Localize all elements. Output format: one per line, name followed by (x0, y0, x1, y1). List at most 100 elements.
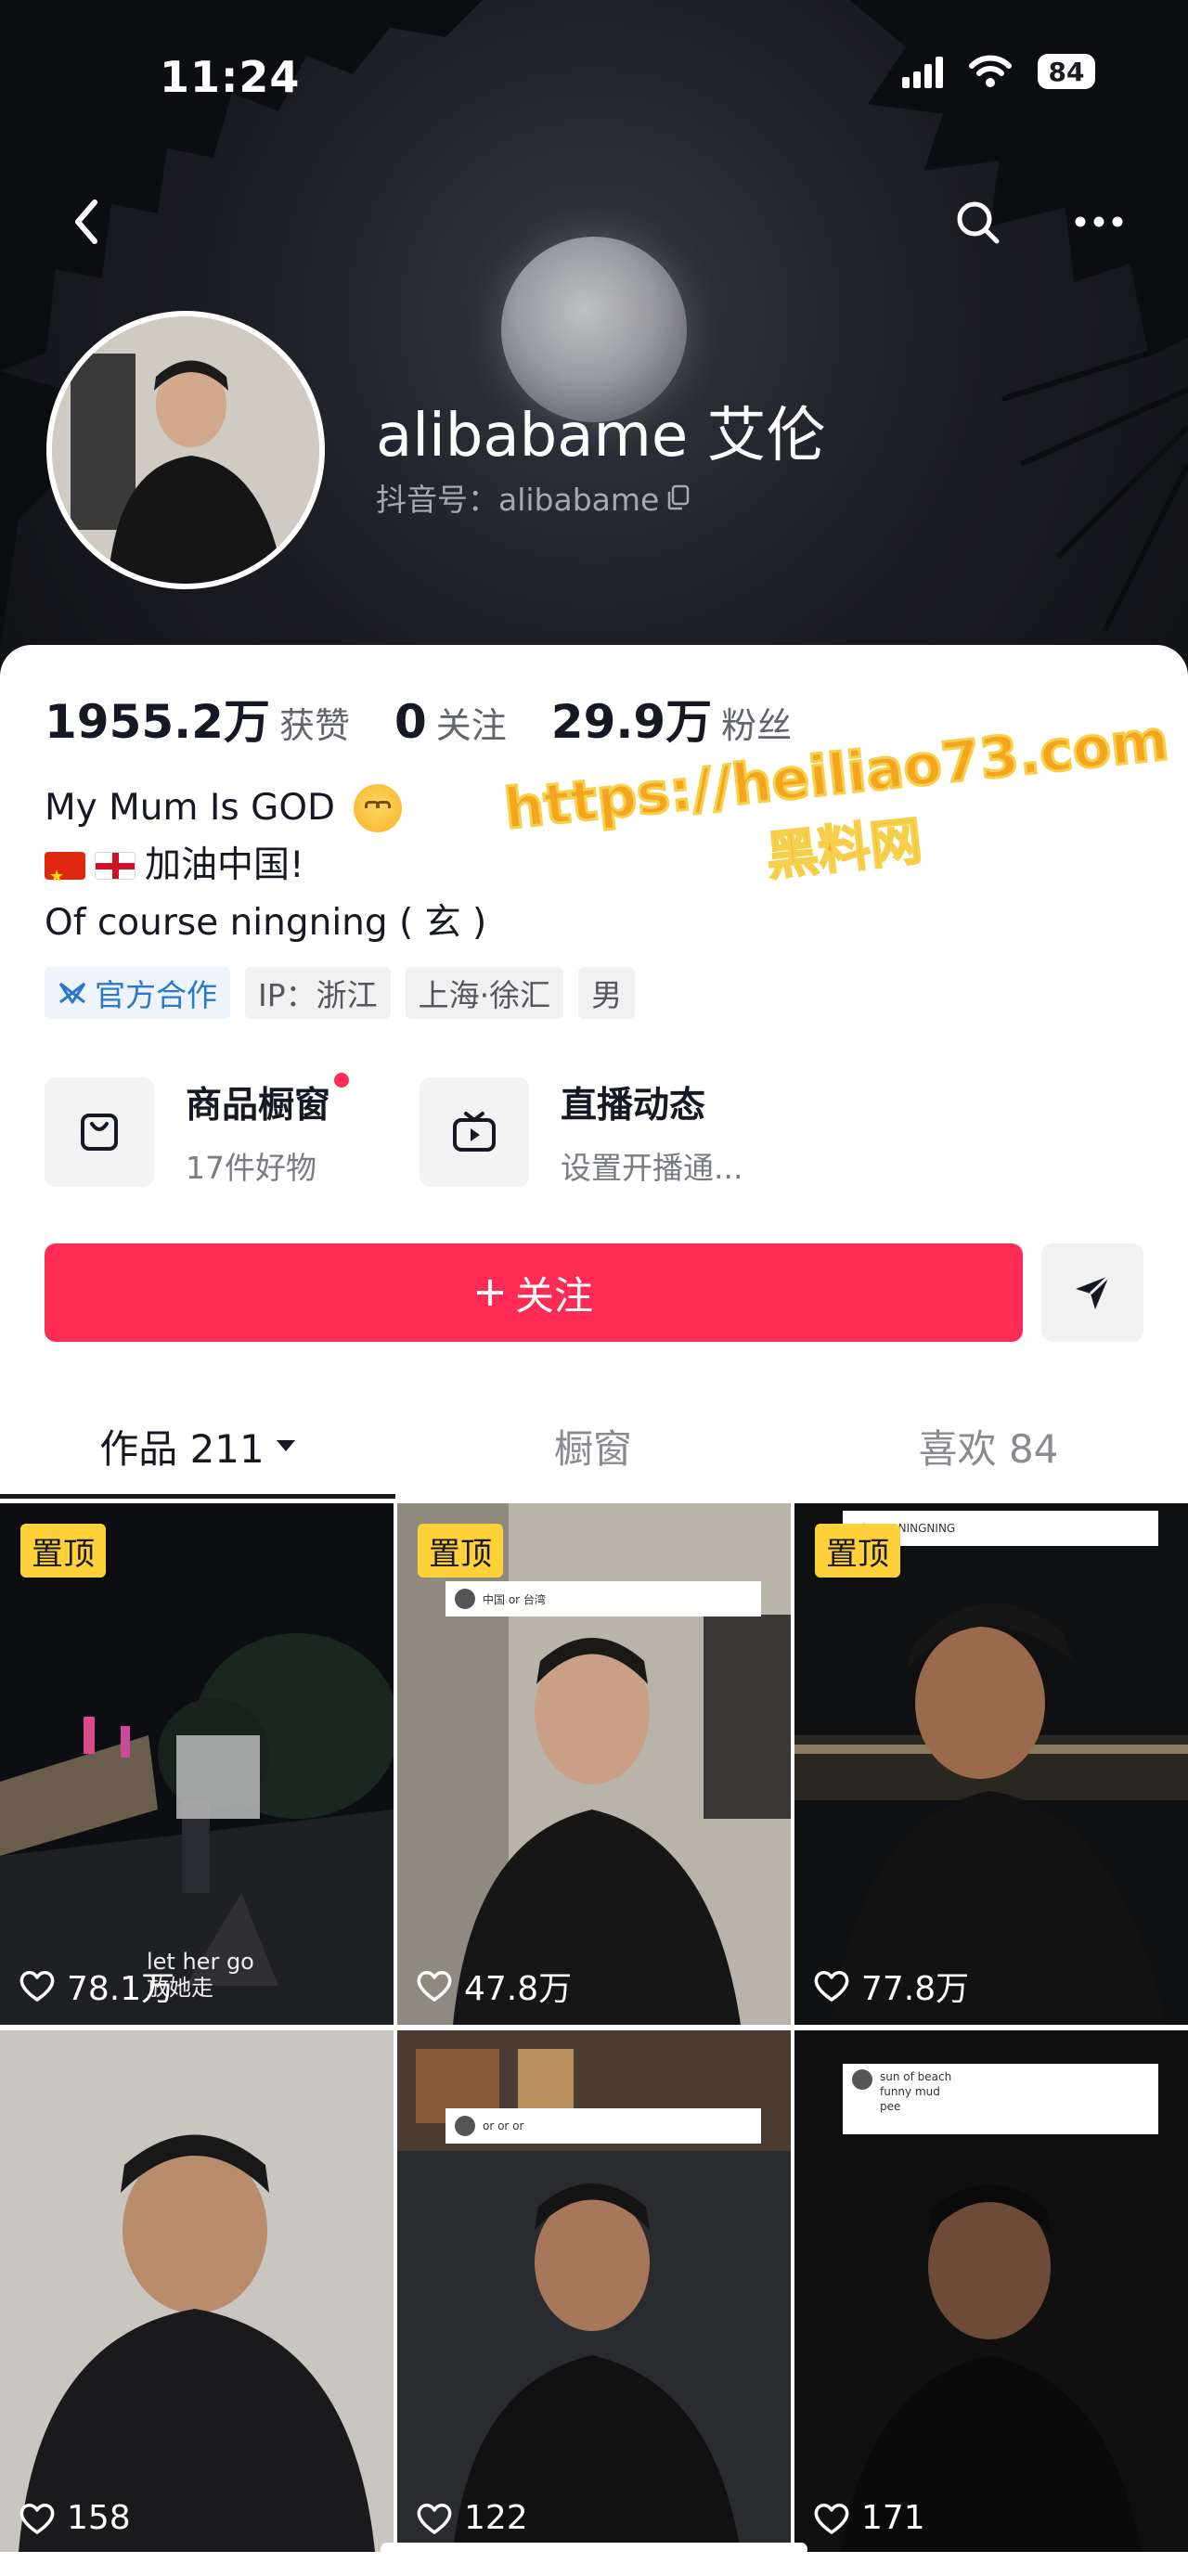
bio-line-1-text: My Mum Is GOD (45, 787, 336, 829)
battery-icon: 84 (1038, 54, 1095, 89)
home-indicator[interactable] (381, 2543, 807, 2556)
tab-works[interactable]: 作品 211 (0, 1392, 395, 1500)
tab-showcase[interactable]: 橱窗 (395, 1392, 791, 1500)
video-thumbnail[interactable]: sun of beach funny mud pee 171 (794, 2030, 1188, 2552)
video-likes-count: 171 (861, 2499, 925, 2537)
note-text: or or or (483, 2119, 524, 2132)
stat-likes-label: 获赞 (278, 705, 350, 746)
video-thumbnail[interactable]: 158 (0, 2030, 394, 2552)
stat-followers-label: 粉丝 (721, 705, 793, 746)
shop-window-title: 商品橱窗 (186, 1073, 350, 1128)
status-icons: 84 (902, 54, 1095, 89)
note-text: 中国 or 台湾 (483, 1592, 546, 1606)
note-avatar (455, 2116, 475, 2136)
video-likes-count: 122 (464, 2499, 528, 2537)
pinned-badge: 置顶 (815, 1524, 900, 1578)
video-thumbnail[interactable]: 置顶 let her go 放她走 78.1万 (0, 1503, 394, 2025)
video-thumbnail[interactable]: ...ina or NINGNING 置顶 77.8万 (794, 1503, 1188, 2025)
bio-line-3-text: Of course ningning ( 玄 ) (45, 902, 487, 944)
note-text: sun of beach funny mud pee (880, 2070, 952, 2113)
video-note-sticker: sun of beach funny mud pee (843, 2064, 1158, 2134)
tag-gender: 男 (578, 967, 636, 1019)
send-arrow-icon (1076, 1274, 1111, 1309)
tree-silhouette-right (849, 0, 1188, 633)
live-subtitle: 设置开播通... (561, 1150, 743, 1186)
shop-window-subtitle: 17件好物 (186, 1150, 316, 1186)
video-likes: 77.8万 (813, 1962, 969, 2010)
follow-button[interactable]: 关注 (45, 1243, 1023, 1342)
bio: My Mum Is GOD 加油中国! Of course ningning (… (45, 779, 486, 952)
video-note-sticker: 中国 or 台湾 (446, 1581, 761, 1616)
bio-line-2-text: 加油中国! (145, 844, 304, 886)
share-button[interactable] (1041, 1243, 1143, 1342)
notification-dot (334, 1073, 350, 1088)
content-tabs: 作品 211 橱窗 喜欢 84 (0, 1392, 1188, 1500)
tag-official-cooperation[interactable]: 官方合作 (45, 967, 230, 1019)
status-time: 11:24 (160, 52, 301, 102)
video-likes-count: 78.1万 (67, 1970, 175, 2008)
heart-icon (19, 1971, 55, 2002)
pinned-badge: 置顶 (418, 1524, 503, 1578)
video-note-sticker: or or or (446, 2108, 761, 2144)
cellular-signal-icon (902, 55, 943, 88)
heart-icon (417, 1971, 452, 2002)
follow-label: 关注 (514, 1272, 593, 1319)
heart-icon (814, 1971, 849, 2002)
video-likes: 122 (416, 2499, 528, 2537)
video-likes: 78.1万 (19, 1962, 174, 2010)
search-icon[interactable] (952, 197, 1004, 249)
video-likes-count: 77.8万 (861, 1970, 970, 2008)
live-entry[interactable]: 直播动态 设置开播通... (420, 1076, 742, 1188)
video-likes: 171 (813, 2499, 925, 2537)
more-options-icon[interactable] (1073, 210, 1125, 234)
stat-following[interactable]: 0 关注 (394, 695, 507, 749)
profile-stats: 1955.2万 获赞 0 关注 29.9万 粉丝 (45, 685, 836, 752)
copy-icon[interactable] (666, 484, 691, 510)
stat-followers[interactable]: 29.9万 粉丝 (551, 685, 792, 752)
plus-icon (476, 1280, 503, 1306)
video-thumbnail[interactable]: 中国 or 台湾 置顶 47.8万 (397, 1503, 791, 2025)
hugging-face-emoji-icon (354, 784, 403, 832)
live-title: 直播动态 (561, 1085, 706, 1127)
profile-tags: 官方合作 IP：浙江 上海·徐汇 男 (45, 967, 636, 1019)
england-flag-icon (95, 852, 136, 880)
tag-official-label: 官方合作 (95, 977, 217, 1013)
heart-icon (19, 2503, 55, 2534)
wifi-icon (969, 55, 1012, 87)
shop-window-title-text: 商品橱窗 (186, 1085, 331, 1127)
stat-following-label: 关注 (435, 705, 507, 746)
video-likes-count: 158 (67, 2499, 131, 2537)
china-flag-icon (45, 848, 85, 906)
video-frame (0, 1503, 394, 2025)
back-arrow-icon[interactable] (63, 193, 111, 251)
bio-line-1: My Mum Is GOD (45, 779, 486, 837)
heart-icon (814, 2503, 849, 2534)
tag-ip-location: IP：浙江 (245, 967, 391, 1019)
stat-likes[interactable]: 1955.2万 获赞 (45, 685, 350, 752)
video-likes: 47.8万 (416, 1962, 572, 2010)
tag-city: 上海·徐汇 (405, 967, 564, 1019)
avatar-image (52, 316, 319, 584)
stat-followers-value: 29.9万 (550, 695, 713, 749)
bio-line-2: 加油中国! (45, 837, 486, 906)
tab-likes[interactable]: 喜欢 84 (791, 1392, 1186, 1500)
pinned-badge: 置顶 (20, 1524, 106, 1578)
display-name: alibabame 艾伦 (376, 402, 826, 470)
douyin-id-text: 抖音号：alibabame (376, 482, 660, 518)
video-likes-count: 47.8万 (464, 1970, 573, 2008)
heart-icon (417, 2503, 452, 2534)
avatar[interactable] (46, 311, 325, 589)
video-frame (794, 1503, 1188, 2025)
douyin-id[interactable]: 抖音号：alibabame (376, 475, 691, 520)
video-likes: 158 (19, 2499, 131, 2537)
tab-works-label: 作品 211 (99, 1425, 265, 1472)
caret-down-icon (276, 1440, 295, 1451)
shop-bag-icon (45, 1077, 154, 1187)
video-thumbnail[interactable]: or or or 122 (397, 2030, 791, 2552)
tab-active-underline (0, 1494, 395, 1499)
bio-line-3: Of course ningning ( 玄 ) (45, 895, 486, 952)
shop-window-entry[interactable]: 商品橱窗 17件好物 (45, 1073, 350, 1188)
stat-following-value: 0 (394, 695, 427, 749)
tv-icon (420, 1077, 529, 1187)
stat-likes-value: 1955.2万 (45, 695, 270, 749)
